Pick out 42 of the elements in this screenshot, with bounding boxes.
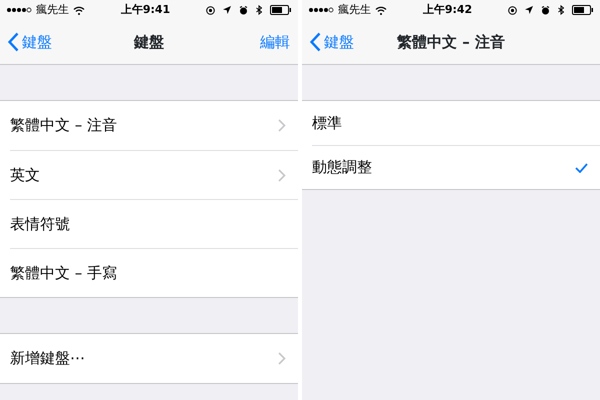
list-row[interactable]: 動態調整	[312, 145, 600, 189]
edit-button[interactable]: 編輯	[260, 30, 290, 54]
rotation-lock-icon	[508, 6, 517, 14]
screen-title: 繁體中文 – 注音	[397, 32, 505, 51]
row-label: 動態調整	[312, 157, 372, 178]
back-chevron-icon	[8, 32, 19, 52]
carrier-name: 瘋先生	[36, 2, 69, 18]
battery-icon	[572, 5, 594, 15]
alarm-icon	[239, 6, 248, 14]
bluetooth-icon	[256, 5, 262, 15]
wifi-icon	[73, 6, 85, 14]
location-icon	[525, 6, 533, 14]
back-button[interactable]: 鍵盤	[8, 30, 52, 54]
checkmark-icon	[575, 162, 588, 172]
status-time: 上午9:41	[120, 2, 170, 18]
list-row[interactable]: 英文	[10, 150, 298, 199]
list-row[interactable]: 表情符號	[10, 199, 298, 248]
battery-icon	[270, 5, 292, 15]
list-row[interactable]: 繁體中文 – 注音	[10, 101, 298, 150]
screen-title: 鍵盤	[134, 32, 164, 51]
bluetooth-icon	[558, 5, 564, 15]
row-label: 新增鍵盤⋯	[10, 348, 85, 370]
row-label: 繁體中文 – 注音	[10, 115, 118, 136]
rotation-lock-icon	[206, 6, 215, 14]
alarm-icon	[541, 6, 550, 14]
row-label: 英文	[10, 164, 40, 186]
carrier-name: 瘋先生	[338, 2, 371, 18]
status-time: 上午9:42	[422, 2, 472, 18]
wifi-icon	[375, 6, 387, 14]
row-label: 繁體中文 – 手寫	[10, 262, 118, 284]
back-chevron-icon	[310, 32, 321, 52]
list-row[interactable]: 繁體中文 – 手寫	[10, 248, 298, 297]
list-row[interactable]: 標準	[312, 101, 600, 145]
location-icon	[223, 6, 231, 14]
chevron-icon	[278, 168, 286, 182]
back-button[interactable]: 鍵盤	[310, 30, 354, 54]
chevron-icon	[278, 352, 286, 365]
row-label: 表情符號	[10, 214, 70, 235]
chevron-icon	[278, 119, 286, 132]
signal-icon	[308, 6, 334, 14]
signal-icon	[6, 6, 32, 14]
row-label: 標準	[312, 112, 342, 134]
